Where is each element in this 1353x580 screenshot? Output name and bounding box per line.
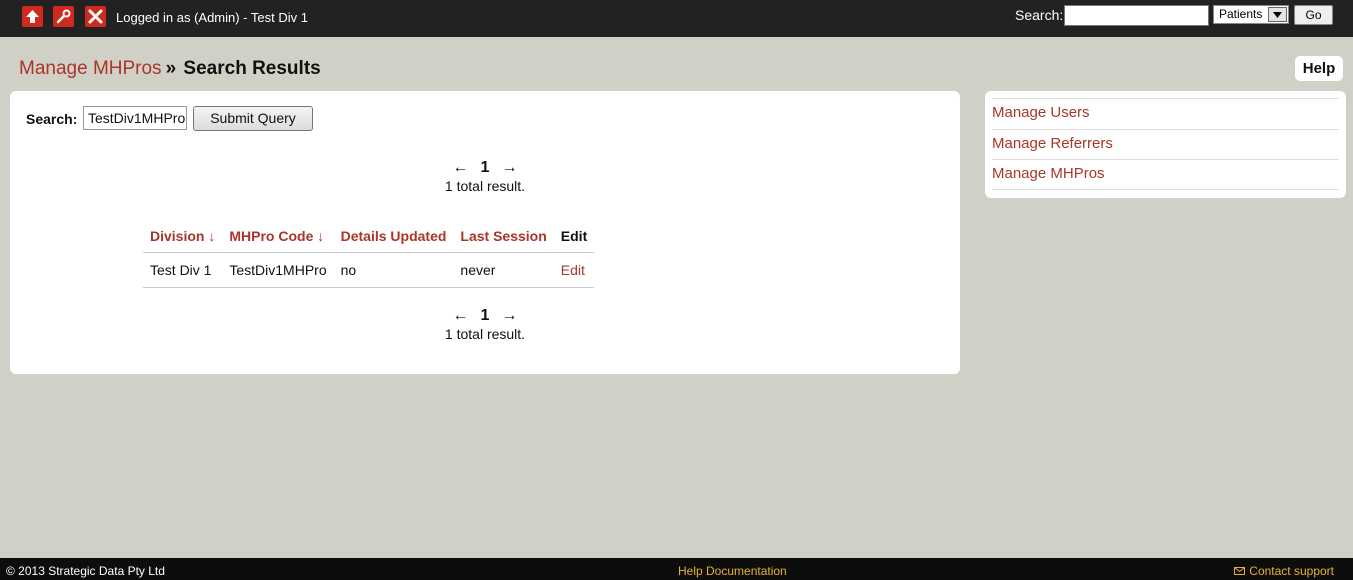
copyright: © 2013 Strategic Data Pty Ltd bbox=[6, 564, 165, 578]
table-header-row: Division ↓ MHPro Code ↓ Details Updated … bbox=[143, 220, 595, 253]
breadcrumb: Manage MHPros» Search Results bbox=[19, 58, 321, 80]
result-count: 1 total result. bbox=[444, 178, 526, 194]
search-type-value: Patients bbox=[1219, 7, 1263, 21]
next-page-arrow[interactable]: → bbox=[501, 307, 517, 324]
column-details-updated[interactable]: Details Updated bbox=[333, 220, 454, 253]
envelope-icon bbox=[1234, 567, 1246, 575]
page-title: Search Results bbox=[183, 58, 321, 79]
breadcrumb-manage-mhpros[interactable]: Manage MHPros bbox=[19, 58, 162, 79]
sidebar-item-manage-users: Manage Users bbox=[992, 98, 1339, 129]
cell-mhpro-code: TestDiv1MHPro bbox=[222, 252, 334, 288]
search-label: Search: bbox=[26, 111, 78, 127]
sidebar: Manage Users Manage Referrers Manage MHP… bbox=[985, 91, 1346, 198]
submit-query-button[interactable]: Submit Query bbox=[193, 106, 313, 131]
wrench-icon[interactable] bbox=[53, 6, 74, 27]
cell-last-session: never bbox=[453, 252, 554, 288]
close-icon[interactable] bbox=[85, 6, 106, 27]
global-search-input[interactable] bbox=[1064, 5, 1209, 26]
table-row: Test Div 1 TestDiv1MHPro no never Edit bbox=[143, 252, 595, 288]
column-mhpro-code[interactable]: MHPro Code ↓ bbox=[222, 220, 334, 253]
help-documentation-link[interactable]: Help Documentation bbox=[678, 564, 787, 578]
results-table: Division ↓ MHPro Code ↓ Details Updated … bbox=[143, 220, 595, 288]
cell-edit: Edit bbox=[553, 252, 595, 288]
edit-link[interactable]: Edit bbox=[561, 262, 585, 278]
home-up-icon[interactable] bbox=[22, 6, 43, 27]
contact-support-link[interactable]: Contact support bbox=[1234, 564, 1334, 578]
pager-top: ← 1 → 1 total result. bbox=[10, 159, 960, 194]
global-search-go-button[interactable]: Go bbox=[1294, 5, 1333, 25]
current-page: 1 bbox=[480, 159, 490, 176]
prev-page-arrow[interactable]: ← bbox=[453, 307, 469, 324]
column-last-session[interactable]: Last Session bbox=[453, 220, 554, 253]
top-bar: Logged in as (Admin) - Test Div 1 Search… bbox=[0, 0, 1353, 37]
sidebar-link[interactable]: Manage Referrers bbox=[992, 135, 1113, 152]
global-search-label: Search: bbox=[1015, 7, 1064, 23]
breadcrumb-separator: » bbox=[165, 58, 177, 79]
pager-bottom: ← 1 → 1 total result. bbox=[10, 307, 960, 342]
sidebar-link[interactable]: Manage MHPros bbox=[992, 165, 1105, 182]
cell-details-updated: no bbox=[333, 252, 454, 288]
results-panel: Search: TestDiv1MHPro Submit Query ← 1 → 1… bbox=[10, 91, 960, 374]
login-status: Logged in as (Admin) - Test Div 1 bbox=[116, 10, 308, 25]
contact-support-label: Contact support bbox=[1249, 564, 1334, 578]
chevron-down-icon[interactable] bbox=[1268, 7, 1287, 22]
sidebar-item-manage-mhpros: Manage MHPros bbox=[992, 159, 1339, 190]
cell-division: Test Div 1 bbox=[143, 252, 223, 288]
prev-page-arrow[interactable]: ← bbox=[453, 159, 469, 176]
search-input[interactable]: TestDiv1MHPro bbox=[83, 106, 187, 130]
sidebar-item-manage-referrers: Manage Referrers bbox=[992, 128, 1339, 160]
footer: © 2013 Strategic Data Pty Ltd Help Docum… bbox=[0, 558, 1353, 580]
help-button[interactable]: Help bbox=[1295, 56, 1343, 81]
sidebar-link[interactable]: Manage Users bbox=[992, 104, 1090, 121]
column-edit: Edit bbox=[553, 220, 595, 253]
column-division[interactable]: Division ↓ bbox=[143, 220, 223, 253]
result-count: 1 total result. bbox=[444, 326, 526, 342]
current-page: 1 bbox=[480, 307, 490, 324]
search-type-select[interactable]: Patients bbox=[1213, 5, 1289, 24]
next-page-arrow[interactable]: → bbox=[501, 159, 517, 176]
